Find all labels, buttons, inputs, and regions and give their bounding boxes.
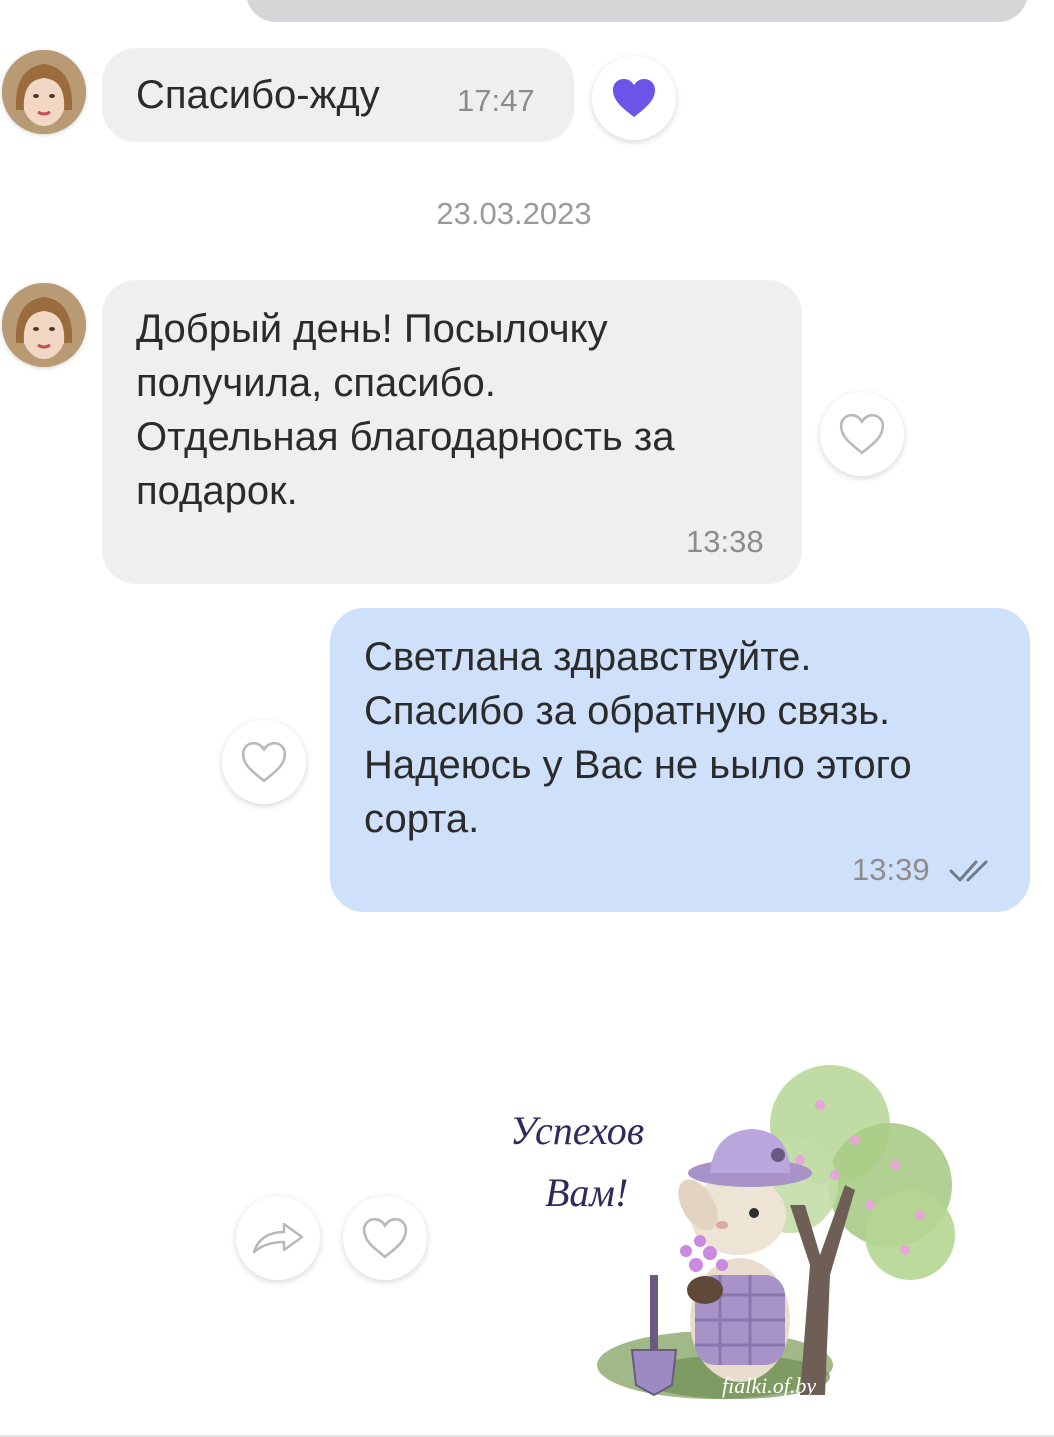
- previous-message-bubble: [246, 0, 1028, 22]
- sender-avatar[interactable]: [2, 50, 86, 134]
- heart-outline-icon: [241, 741, 287, 783]
- date-separator: 23.03.2023: [436, 196, 592, 231]
- message-time: 13:39: [852, 852, 930, 887]
- heart-outline-icon: [362, 1217, 408, 1259]
- message-text: Спасибо-жду: [136, 73, 380, 117]
- message-text: Добрый день! Посылочку получила, спасибо…: [136, 307, 675, 513]
- share-button[interactable]: [236, 1196, 320, 1280]
- double-check-icon: [949, 860, 988, 882]
- sender-avatar[interactable]: [2, 283, 86, 367]
- sticker-watermark: fialki.of.by: [722, 1373, 817, 1398]
- like-button[interactable]: [222, 720, 306, 804]
- sticker-caption-line1: Успехов: [510, 1108, 645, 1153]
- message-text: Светлана здравствуйте. Спасибо за обратн…: [364, 635, 912, 841]
- like-button[interactable]: [343, 1196, 427, 1280]
- message-bubble-outgoing[interactable]: Светлана здравствуйте. Спасибо за обратн…: [330, 608, 1030, 912]
- heart-filled-icon: [613, 79, 655, 117]
- sticker-caption-line2: Вам!: [545, 1170, 629, 1215]
- message-bubble-incoming[interactable]: Спасибо-жду 17:47: [102, 48, 574, 142]
- share-arrow-icon: [252, 1222, 304, 1254]
- like-button[interactable]: [592, 56, 676, 140]
- message-time: 17:47: [457, 83, 535, 118]
- heart-outline-icon: [839, 413, 885, 455]
- message-time: 13:38: [686, 524, 764, 559]
- like-button[interactable]: [820, 392, 904, 476]
- message-bubble-incoming[interactable]: Добрый день! Посылочку получила, спасибо…: [102, 280, 802, 584]
- sticker-image[interactable]: Успехов Вам! fialki.of.by: [500, 1065, 970, 1415]
